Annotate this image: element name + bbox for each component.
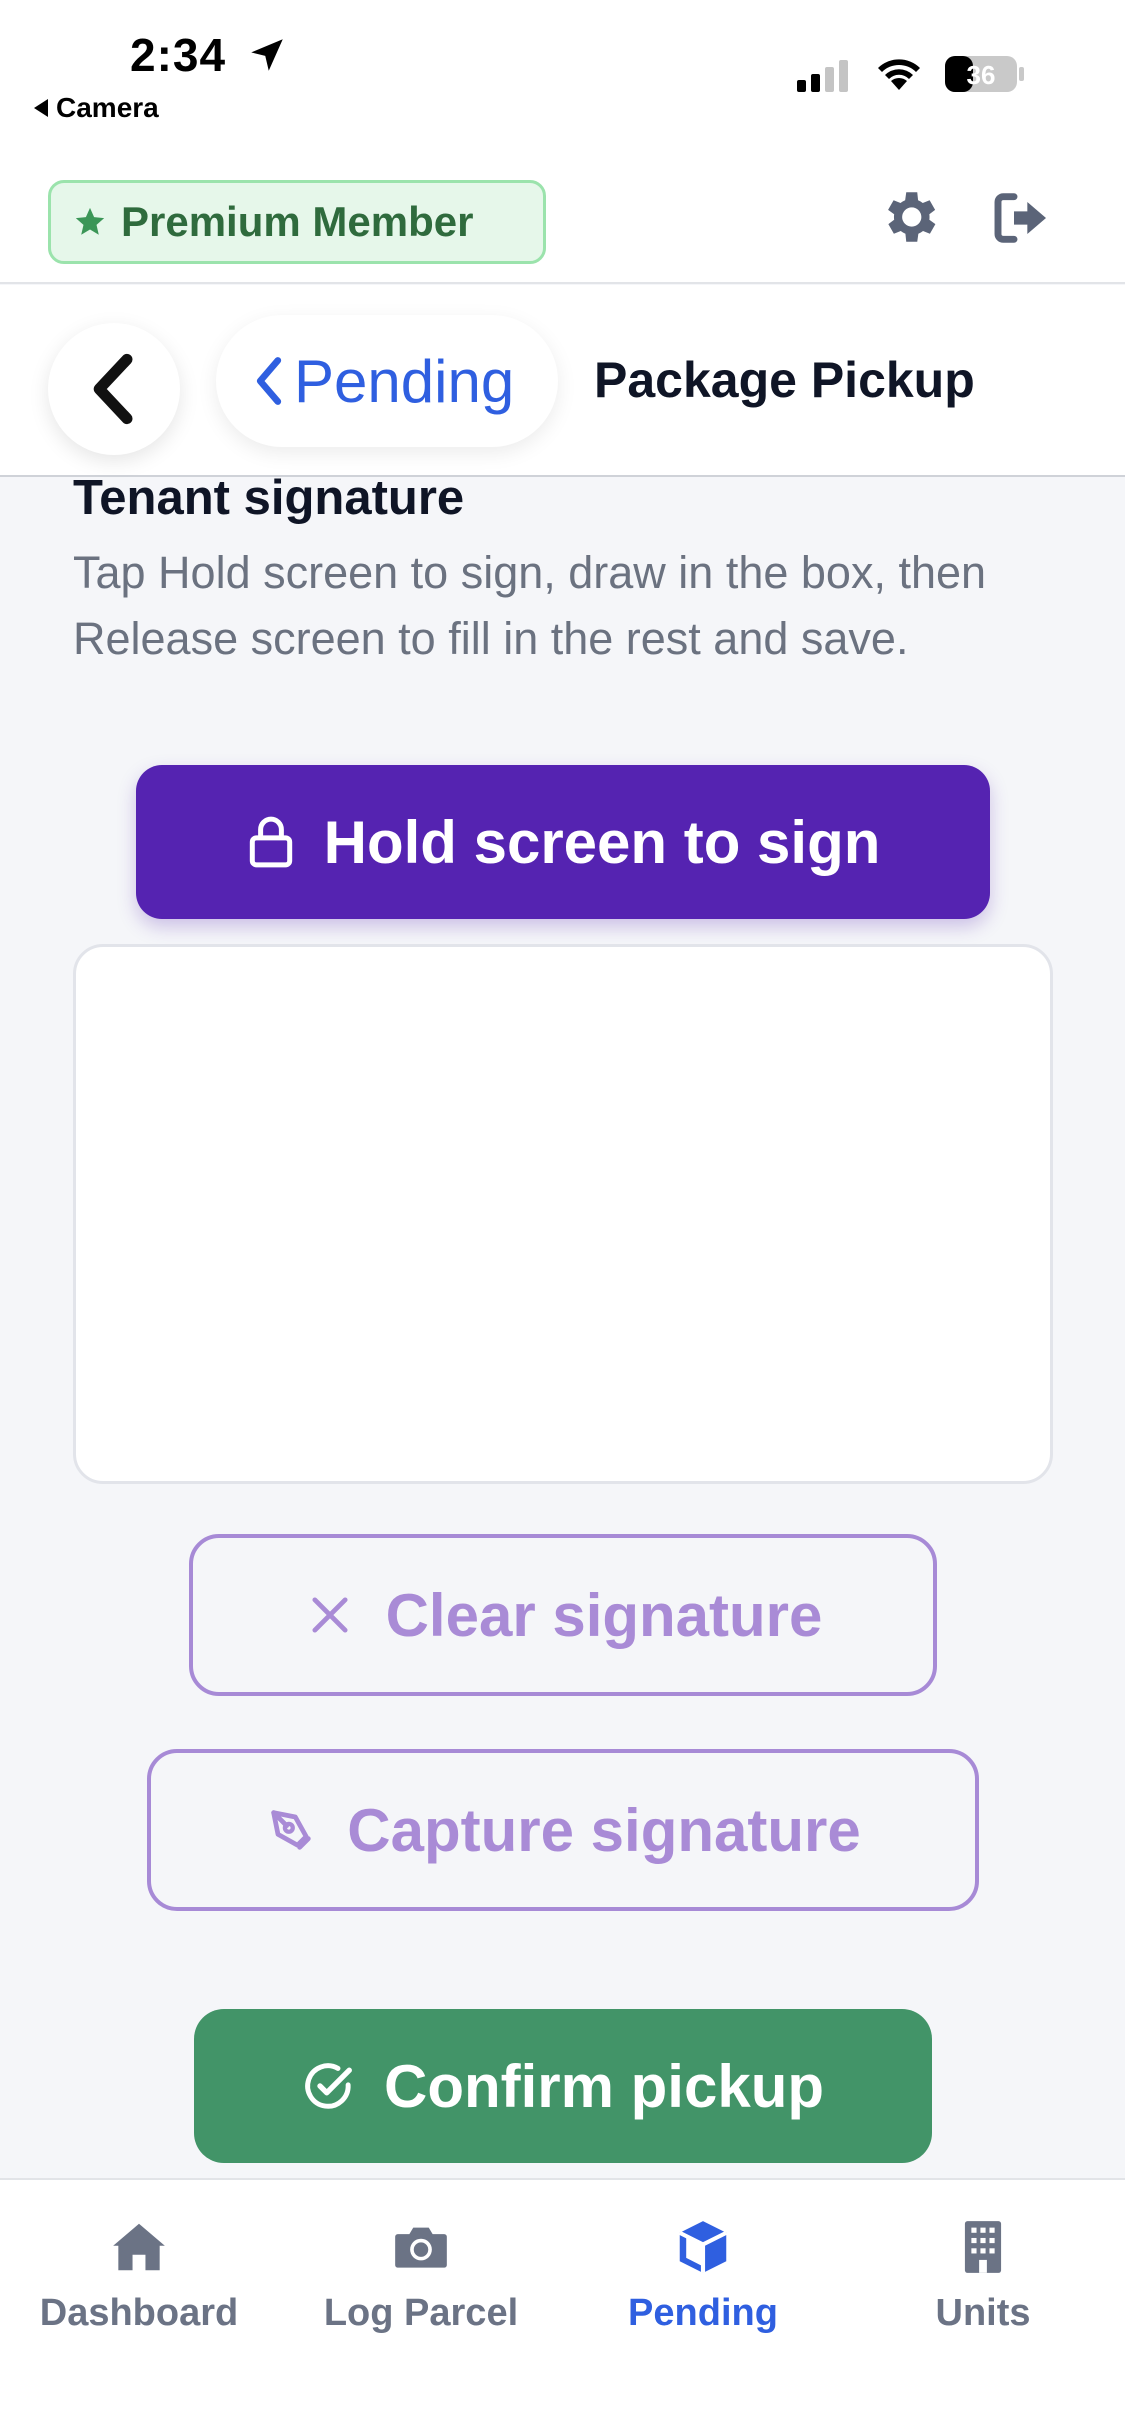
status-bar: 2:34 Camera 36 — [0, 0, 1125, 172]
check-circle-icon — [305, 2063, 352, 2109]
confirm-pickup-label: Confirm pickup — [383, 2052, 824, 2120]
hold-screen-label: Hold screen to sign — [323, 808, 881, 876]
capture-signature-label: Capture signature — [347, 1796, 861, 1864]
back-to-pending-button[interactable]: Pending — [216, 315, 558, 447]
clear-signature-button[interactable]: Clear signature — [189, 1534, 937, 1696]
back-triangle-icon — [34, 99, 48, 117]
tab-dashboard[interactable]: Dashboard — [14, 2216, 264, 2335]
status-time: 2:34 — [130, 29, 227, 81]
gear-icon[interactable] — [876, 184, 942, 250]
hold-screen-button[interactable]: Hold screen to sign — [136, 765, 990, 919]
capture-signature-button[interactable]: Capture signature — [147, 1749, 979, 1911]
tab-units-label: Units — [935, 2292, 1031, 2334]
tab-dashboard-label: Dashboard — [39, 2292, 239, 2334]
building-icon — [964, 2221, 1002, 2273]
top-bar: Premium Member — [0, 172, 1125, 284]
battery-icon: 36 — [945, 56, 1024, 92]
tab-log-parcel-label: Log Parcel — [323, 2292, 519, 2334]
back-app-label: Camera — [56, 92, 159, 123]
premium-badge: Premium Member — [48, 180, 546, 264]
box-icon — [678, 2221, 728, 2273]
back-label: Pending — [294, 347, 515, 415]
page-title: Package Pickup — [594, 352, 975, 408]
battery-level: 36 — [967, 60, 996, 90]
signal-icon — [797, 60, 848, 92]
location-arrow-icon — [251, 39, 283, 71]
signature-description: Tap Hold screen to sign, draw in the box… — [73, 547, 987, 664]
logout-icon[interactable] — [990, 186, 1054, 250]
chevron-left-icon — [93, 353, 133, 425]
tab-log-parcel[interactable]: Log Parcel — [296, 2216, 546, 2335]
tab-bar: Dashboard Log Parcel Pending Units — [0, 2178, 1125, 2436]
premium-badge-label: Premium Member — [121, 198, 474, 245]
clear-signature-label: Clear signature — [385, 1581, 823, 1649]
star-icon — [75, 207, 105, 235]
tab-pending-label: Pending — [628, 2292, 778, 2334]
tab-pending[interactable]: Pending — [578, 2216, 828, 2335]
nav-header: Pending Package Pickup — [0, 285, 1125, 477]
close-icon — [312, 1597, 348, 1633]
wifi-icon — [878, 59, 920, 90]
lock-icon — [249, 816, 292, 868]
confirm-pickup-button[interactable]: Confirm pickup — [194, 2009, 932, 2163]
back-to-app-link[interactable]: Camera — [34, 92, 159, 124]
signature-pad[interactable] — [73, 944, 1053, 1484]
tab-units[interactable]: Units — [858, 2216, 1108, 2335]
pen-nib-icon — [271, 1810, 311, 1850]
home-icon — [113, 2223, 165, 2271]
chevron-left-blue-icon — [256, 357, 282, 405]
signature-heading: Tenant signature — [73, 471, 465, 525]
camera-icon — [395, 2227, 447, 2268]
back-button[interactable] — [48, 323, 180, 455]
